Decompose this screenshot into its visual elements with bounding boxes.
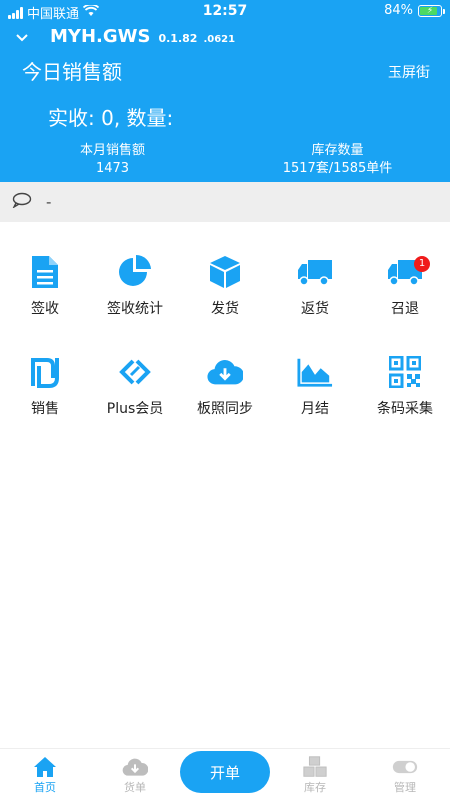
box-icon	[207, 254, 243, 290]
received-summary: 实收: 0, 数量:	[48, 106, 174, 130]
grid-item-label: 召退	[391, 301, 419, 317]
grid-item-label: 签收	[31, 301, 59, 317]
grid-item-label: 条码采集	[377, 401, 433, 417]
grid-item-ship[interactable]: 发货	[180, 254, 270, 354]
grid-item-label: 返货	[301, 301, 329, 317]
notification-badge: 1	[414, 256, 430, 272]
stat-value: 1473	[95, 161, 130, 176]
grid-item-sign-in[interactable]: 签收	[0, 254, 90, 354]
stat-stock: 库存数量 1517套/1585单件	[225, 142, 450, 178]
tab-label: 库存	[304, 780, 326, 794]
cloud-download-icon	[207, 354, 243, 390]
tab-label: 首页	[34, 780, 56, 794]
tab-inventory[interactable]: 库存	[270, 749, 360, 800]
document-icon	[27, 254, 63, 290]
grid-item-label: 签收统计	[107, 301, 163, 317]
status-bar: 中国联通 12:57 84% ⚡	[0, 0, 450, 22]
grid-item-recall[interactable]: 1 召退	[360, 254, 450, 354]
status-right: 84% ⚡	[384, 3, 445, 18]
new-order-button[interactable]: 开单	[180, 751, 270, 793]
function-grid: 签收 签收统计 发货 返货 1 召退 销售 Plus会员 板照同步 月结 条码采…	[0, 254, 450, 454]
tab-label: 货单	[124, 780, 146, 794]
stat-value: 1517套/1585单件	[282, 161, 393, 176]
battery-icon: ⚡	[418, 4, 445, 17]
pie-chart-icon	[117, 254, 153, 290]
header: 中国联通 12:57 84% ⚡ MYH.GWS 0.1.82 .0621 今日…	[0, 0, 450, 182]
app-title-row: MYH.GWS 0.1.82 .0621	[16, 26, 235, 47]
area-chart-icon	[297, 354, 333, 390]
grid-item-label: Plus会员	[106, 401, 164, 417]
stats-row: 本月销售额 1473 库存数量 1517套/1585单件	[0, 142, 450, 178]
stat-label: 库存数量	[311, 143, 364, 158]
home-icon	[32, 755, 58, 779]
grid-item-label: 月结	[301, 401, 329, 417]
tab-manage[interactable]: 管理	[360, 749, 450, 800]
chevron-down-icon[interactable]	[16, 30, 32, 46]
shekel-icon	[27, 354, 63, 390]
tab-home[interactable]: 首页	[0, 749, 90, 800]
grid-item-sync[interactable]: 板照同步	[180, 354, 270, 454]
app-title: MYH.GWS	[50, 26, 151, 47]
grid-row: 签收 签收统计 发货 返货 1 召退	[0, 254, 450, 354]
battery-percent: 84%	[384, 3, 413, 18]
grid-item-barcode[interactable]: 条码采集	[360, 354, 450, 454]
store-name[interactable]: 玉屏街	[388, 62, 430, 82]
app-version: 0.1.82	[158, 32, 198, 45]
grid-item-return[interactable]: 返货	[270, 254, 360, 354]
grid-item-plus-member[interactable]: Plus会员	[90, 354, 180, 454]
grid-item-label: 板照同步	[197, 401, 253, 417]
stat-month-sales: 本月销售额 1473	[0, 142, 225, 178]
link-icon	[117, 354, 153, 390]
cloud-download-icon	[122, 755, 148, 779]
notice-bar[interactable]: -	[0, 182, 450, 222]
today-sales-title: 今日销售额	[22, 60, 122, 84]
grid-item-monthly[interactable]: 月结	[270, 354, 360, 454]
speech-bubble-icon	[12, 192, 32, 212]
grid-item-sales[interactable]: 销售	[0, 354, 90, 454]
grid-item-sign-stats[interactable]: 签收统计	[90, 254, 180, 354]
grid-item-label: 销售	[31, 401, 59, 417]
tab-orders[interactable]: 货单	[90, 749, 180, 800]
qrcode-icon	[387, 354, 423, 390]
notice-text: -	[46, 193, 52, 211]
tab-label: 管理	[394, 780, 416, 794]
stat-label: 本月销售额	[79, 143, 145, 158]
boxes-icon	[302, 755, 328, 779]
status-time: 12:57	[202, 3, 248, 19]
grid-item-label: 发货	[211, 301, 239, 317]
grid-row: 销售 Plus会员 板照同步 月结 条码采集	[0, 354, 450, 454]
truck-icon	[297, 254, 333, 290]
toggle-icon	[392, 755, 418, 779]
app-build: .0621	[203, 34, 236, 45]
